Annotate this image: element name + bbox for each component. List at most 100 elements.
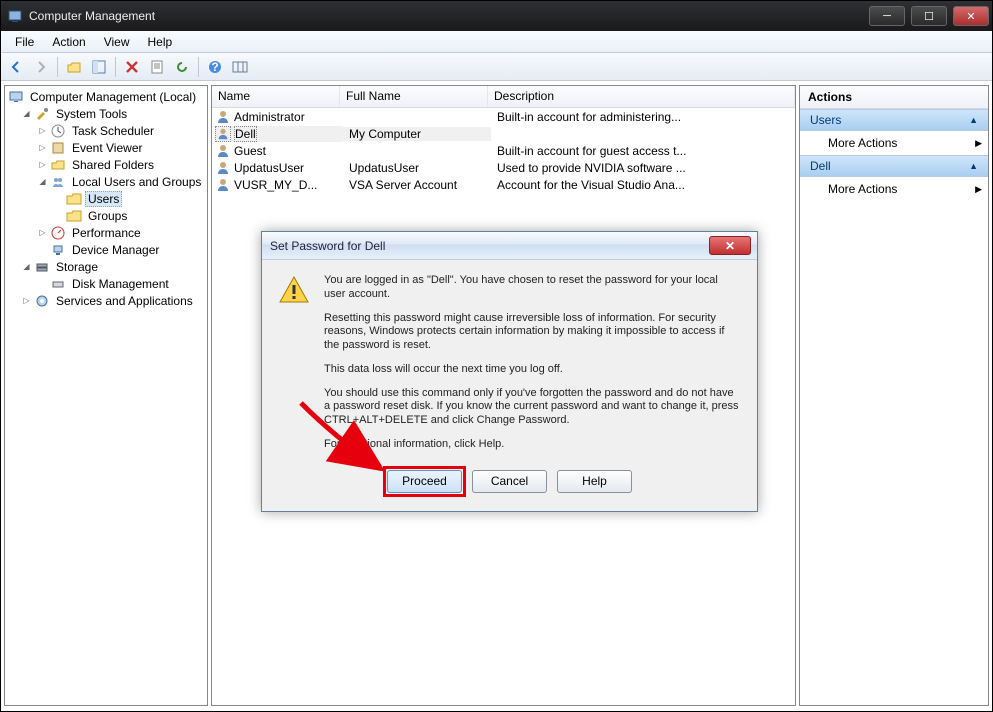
user-name: UpdatusUser (234, 161, 304, 175)
services-icon (34, 293, 50, 309)
dialog-titlebar[interactable]: Set Password for Dell ✕ (262, 232, 757, 260)
collapse-up-icon: ▲ (969, 161, 978, 171)
user-fullname: UpdatusUser (343, 161, 491, 175)
properties-button[interactable] (146, 56, 168, 78)
clock-icon (50, 123, 66, 139)
user-row[interactable]: VUSR_MY_D... VSA Server AccountAccount fo… (212, 176, 795, 193)
actions-header: Actions (800, 86, 988, 109)
toolbar: ? (1, 53, 992, 81)
computer-icon (8, 89, 24, 105)
user-icon (215, 126, 231, 142)
dialog-title: Set Password for Dell (270, 239, 385, 253)
dialog-help-button[interactable]: Help (557, 470, 632, 493)
cancel-button[interactable]: Cancel (472, 470, 547, 493)
user-name: Guest (234, 144, 266, 158)
tree-services-apps[interactable]: ▷ Services and Applications (5, 292, 207, 309)
actions-more-dell[interactable]: More Actions ▶ (800, 177, 988, 201)
collapse-icon[interactable]: ◢ (37, 176, 48, 187)
proceed-highlight: Proceed (387, 470, 462, 493)
dialog-text-5: For additional information, click Help. (324, 438, 741, 452)
tree-storage[interactable]: ◢ Storage (5, 258, 207, 275)
collapse-icon[interactable]: ◢ (21, 108, 32, 119)
expand-icon[interactable]: ▷ (37, 227, 48, 238)
expand-icon[interactable]: ▷ (37, 142, 48, 153)
performance-icon (50, 225, 66, 241)
app-icon (7, 8, 23, 24)
up-level-button[interactable] (63, 56, 85, 78)
actions-section-dell[interactable]: Dell ▲ (800, 155, 988, 177)
chevron-right-icon: ▶ (975, 138, 982, 149)
user-description: Built-in account for guest access t... (491, 144, 795, 158)
user-description: Used to provide NVIDIA software ... (491, 161, 795, 175)
set-password-dialog: Set Password for Dell ✕ You are logged i… (261, 231, 758, 512)
user-name: Administrator (234, 110, 305, 124)
tree-performance[interactable]: ▷ Performance (5, 224, 207, 241)
user-name: VUSR_MY_D... (234, 178, 317, 192)
dialog-text-1: You are logged in as "Dell". You have ch… (324, 274, 741, 302)
user-row[interactable]: UpdatusUserUpdatusUserUsed to provide NV… (212, 159, 795, 176)
refresh-button[interactable] (171, 56, 193, 78)
collapse-up-icon: ▲ (969, 115, 978, 125)
columns-button[interactable] (229, 56, 251, 78)
menu-help[interactable]: Help (140, 33, 181, 51)
user-fullname: VSA Server Account (343, 178, 491, 192)
menu-action[interactable]: Action (44, 33, 93, 51)
expand-icon[interactable]: ▷ (37, 125, 48, 136)
device-icon (50, 242, 66, 258)
actions-more-users[interactable]: More Actions ▶ (800, 131, 988, 155)
maximize-button[interactable]: ☐ (911, 6, 947, 26)
user-fullname: My Computer (343, 127, 491, 141)
user-description: Built-in account for administering... (491, 110, 795, 124)
expand-icon[interactable]: ▷ (21, 295, 32, 306)
forward-button[interactable] (30, 56, 52, 78)
minimize-button[interactable]: ─ (869, 6, 905, 26)
user-icon (215, 177, 231, 193)
user-icon (215, 143, 231, 159)
col-name[interactable]: Name (212, 86, 340, 107)
tree-users[interactable]: Users (5, 190, 207, 207)
user-row[interactable]: Dell My Computer (212, 125, 795, 142)
tree-system-tools[interactable]: ◢ System Tools (5, 105, 207, 122)
event-icon (50, 140, 66, 156)
svg-text:?: ? (211, 60, 218, 74)
user-row[interactable]: Administrator Built-in account for admini… (212, 108, 795, 125)
window-titlebar: Computer Management ─ ☐ ✕ (1, 1, 992, 31)
tree-task-scheduler[interactable]: ▷ Task Scheduler (5, 122, 207, 139)
tree-local-users-groups[interactable]: ◢ Local Users and Groups (5, 173, 207, 190)
chevron-right-icon: ▶ (975, 184, 982, 195)
user-name: Dell (234, 126, 257, 142)
delete-button[interactable] (121, 56, 143, 78)
actions-section-users[interactable]: Users ▲ (800, 109, 988, 131)
disk-icon (50, 276, 66, 292)
tree-root[interactable]: Computer Management (Local) (5, 88, 207, 105)
close-button[interactable]: ✕ (953, 6, 989, 26)
navigation-tree[interactable]: Computer Management (Local) ◢ System Too… (4, 85, 208, 706)
col-description[interactable]: Description (488, 86, 795, 107)
menubar: File Action View Help (1, 31, 992, 53)
tree-groups[interactable]: Groups (5, 207, 207, 224)
collapse-icon[interactable]: ◢ (21, 261, 32, 272)
list-header[interactable]: Name Full Name Description (212, 86, 795, 108)
shared-folder-icon (50, 157, 66, 173)
tree-event-viewer[interactable]: ▷ Event Viewer (5, 139, 207, 156)
user-row[interactable]: Guest Built-in account for guest access t… (212, 142, 795, 159)
proceed-button[interactable]: Proceed (387, 470, 462, 493)
menu-file[interactable]: File (7, 33, 42, 51)
storage-icon (34, 259, 50, 275)
show-tree-button[interactable] (88, 56, 110, 78)
user-icon (215, 160, 231, 176)
window-title: Computer Management (29, 9, 155, 23)
tree-disk-management[interactable]: Disk Management (5, 275, 207, 292)
dialog-text-2: Resetting this password might cause irre… (324, 312, 741, 353)
warning-icon (278, 274, 310, 306)
tree-shared-folders[interactable]: ▷ Shared Folders (5, 156, 207, 173)
menu-view[interactable]: View (96, 33, 138, 51)
back-button[interactable] (5, 56, 27, 78)
tree-device-manager[interactable]: Device Manager (5, 241, 207, 258)
dialog-close-button[interactable]: ✕ (709, 236, 751, 255)
col-fullname[interactable]: Full Name (340, 86, 488, 107)
user-description: Account for the Visual Studio Ana... (491, 178, 795, 192)
help-button[interactable]: ? (204, 56, 226, 78)
expand-icon[interactable]: ▷ (37, 159, 48, 170)
dialog-text-4: You should use this command only if you'… (324, 387, 741, 428)
